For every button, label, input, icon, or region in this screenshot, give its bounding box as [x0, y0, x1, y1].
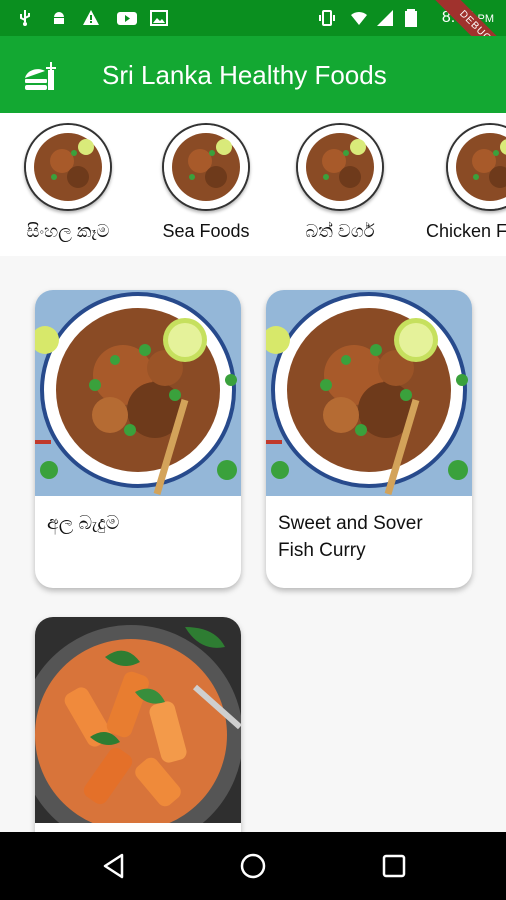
- warning-icon: [83, 10, 99, 25]
- category-item[interactable]: බත් වර්ග: [270, 123, 410, 242]
- food-card[interactable]: [35, 617, 241, 857]
- vibrate-icon: [319, 10, 335, 26]
- recents-icon[interactable]: [380, 852, 408, 880]
- category-image: [296, 123, 384, 211]
- battery-icon: [405, 9, 417, 27]
- app-bar: Sri Lanka Healthy Foods: [0, 36, 506, 113]
- status-bar: 8:57 PM DEBUG: [0, 0, 506, 80]
- category-image: [24, 123, 112, 211]
- category-label: Chicken F: [426, 221, 506, 241]
- category-image: [446, 123, 506, 211]
- food-name: Sweet and Sover Fish Curry: [278, 513, 423, 561]
- android-icon: [54, 12, 64, 24]
- category-label: බත් වර්ග: [305, 221, 375, 241]
- category-image: [162, 123, 250, 211]
- category-list[interactable]: සිංහල කෑම Sea Foods බත් වර්ග Chicken F: [0, 113, 506, 256]
- image-icon: [150, 10, 168, 26]
- food-image: [266, 290, 472, 496]
- burger-logo-icon[interactable]: [22, 58, 58, 94]
- category-item[interactable]: සිංහල කෑම: [0, 123, 138, 242]
- home-icon[interactable]: [239, 852, 267, 880]
- app-title: Sri Lanka Healthy Foods: [102, 60, 387, 90]
- food-card[interactable]: අල බැදුම: [35, 290, 241, 588]
- food-image: [35, 617, 241, 823]
- category-label: Sea Foods: [162, 221, 250, 241]
- category-label: සිංහල කෑම: [26, 221, 110, 241]
- food-name: අල බැදුම: [47, 513, 120, 534]
- youtube-icon: [117, 12, 137, 25]
- category-item[interactable]: Sea Foods: [136, 123, 276, 242]
- category-item[interactable]: Chicken F: [420, 123, 506, 242]
- food-image: [35, 290, 241, 496]
- food-card[interactable]: Sweet and Sover Fish Curry: [266, 290, 472, 588]
- usb-icon: [20, 10, 30, 26]
- wifi-icon: [351, 11, 367, 25]
- signal-icon: [377, 10, 393, 26]
- back-icon[interactable]: [100, 852, 128, 880]
- system-nav-bar: [0, 832, 506, 900]
